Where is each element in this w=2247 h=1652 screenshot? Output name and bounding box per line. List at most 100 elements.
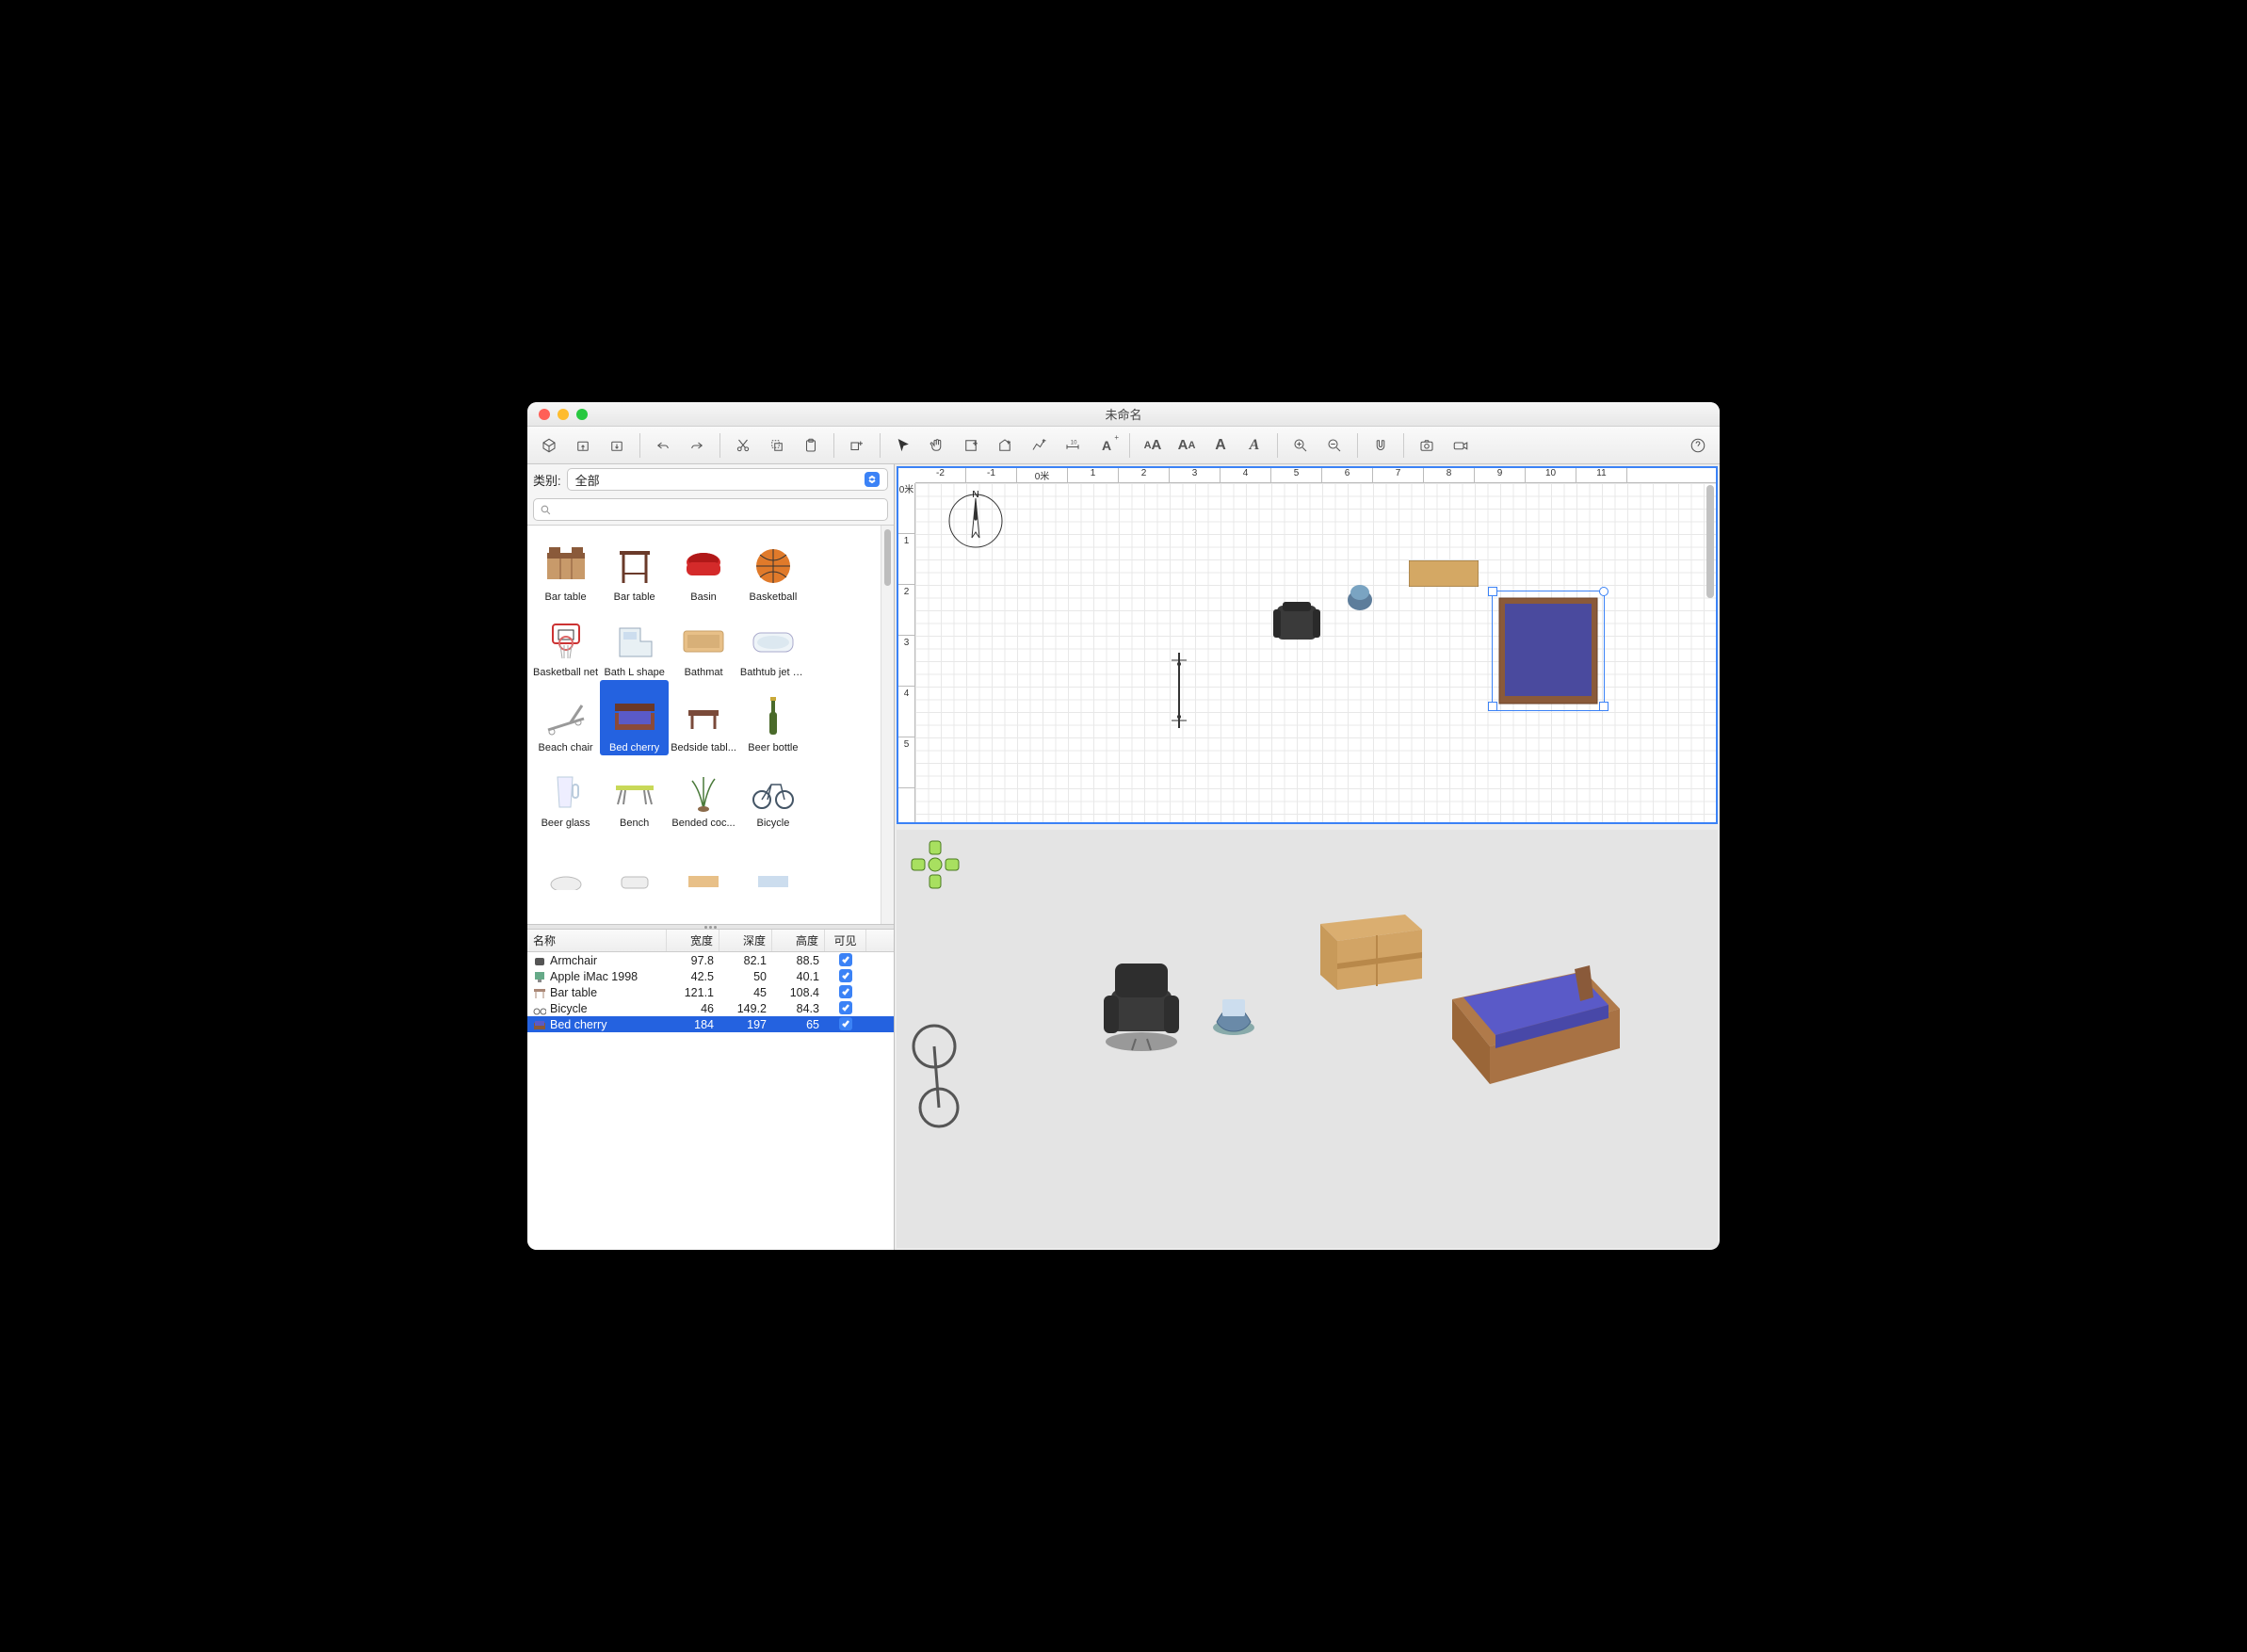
- nav-up[interactable]: [930, 841, 941, 854]
- col-height[interactable]: 高度: [772, 930, 825, 951]
- visible-checkbox[interactable]: [839, 985, 852, 998]
- resize-handle-sw[interactable]: [1488, 702, 1497, 711]
- rotate-handle-ne[interactable]: [1599, 587, 1608, 596]
- catalog-item[interactable]: Basin: [669, 529, 738, 605]
- search-field[interactable]: [558, 503, 881, 517]
- paste-button[interactable]: [795, 431, 827, 460]
- col-name[interactable]: 名称: [527, 930, 667, 951]
- 3d-object-bed[interactable]: [1424, 943, 1622, 1103]
- nav-right[interactable]: [946, 859, 959, 870]
- video-button[interactable]: [1445, 431, 1477, 460]
- create-label-tool[interactable]: A+: [1091, 431, 1123, 460]
- text-decrease-button[interactable]: AA: [1171, 431, 1203, 460]
- catalog-item[interactable]: Bar table: [600, 529, 669, 605]
- open-button[interactable]: [567, 431, 599, 460]
- catalog-item[interactable]: Bathtub jet s...: [738, 605, 808, 680]
- table-row[interactable]: Armchair97.882.188.5: [527, 952, 894, 968]
- catalog-item[interactable]: Bicycle: [738, 755, 808, 831]
- col-width[interactable]: 宽度: [667, 930, 719, 951]
- catalog-item[interactable]: Basketball net: [531, 605, 600, 680]
- photo-button[interactable]: [1411, 431, 1443, 460]
- resize-handle-se[interactable]: [1599, 702, 1608, 711]
- create-dimension-tool[interactable]: 10: [1057, 431, 1089, 460]
- catalog-item[interactable]: Bended coc...: [669, 755, 738, 831]
- 3d-nav-widget[interactable]: [910, 839, 961, 890]
- text-italic-button[interactable]: A: [1238, 431, 1270, 460]
- catalog-item[interactable]: Beach chair: [531, 680, 600, 755]
- table-row[interactable]: Bar table121.145108.4: [527, 984, 894, 1000]
- ruler-tick: 3: [1170, 468, 1220, 482]
- 3d-object-armchair[interactable]: [1094, 952, 1188, 1056]
- undo-button[interactable]: [647, 431, 679, 460]
- plan-object-imac[interactable]: [1347, 583, 1373, 614]
- 3d-view[interactable]: [897, 830, 1718, 1248]
- visible-checkbox[interactable]: [839, 1017, 852, 1030]
- table-row[interactable]: Bicycle46149.284.3: [527, 1000, 894, 1016]
- redo-button[interactable]: [681, 431, 713, 460]
- catalog-item-label: Bench: [620, 818, 649, 829]
- col-depth[interactable]: 深度: [719, 930, 772, 951]
- add-furniture-button[interactable]: [841, 431, 873, 460]
- plan-object-armchair[interactable]: [1271, 600, 1322, 650]
- scrollbar-thumb[interactable]: [884, 529, 891, 586]
- catalog-item[interactable]: Bathmat: [669, 605, 738, 680]
- nav-left[interactable]: [912, 859, 925, 870]
- table-row[interactable]: Bed cherry18419765: [527, 1016, 894, 1032]
- search-input[interactable]: [533, 498, 888, 521]
- plan-scrollbar[interactable]: [1706, 485, 1714, 598]
- nav-down[interactable]: [930, 875, 941, 888]
- 3d-object-bartable[interactable]: [1311, 896, 1424, 999]
- resize-handle-nw[interactable]: [1488, 587, 1497, 596]
- zoom-in-button[interactable]: [1285, 431, 1317, 460]
- create-polyline-tool[interactable]: [1023, 431, 1055, 460]
- new-button[interactable]: [533, 431, 565, 460]
- catalog-item-label: Beer glass: [542, 818, 590, 829]
- help-button[interactable]: [1682, 431, 1714, 460]
- save-button[interactable]: [601, 431, 633, 460]
- select-tool[interactable]: [887, 431, 919, 460]
- create-walls-tool[interactable]: [955, 431, 987, 460]
- table-header: 名称 宽度 深度 高度 可见: [527, 930, 894, 952]
- text-bold-button[interactable]: A: [1204, 431, 1237, 460]
- catalog-item[interactable]: Beer bottle: [738, 680, 808, 755]
- catalog-item[interactable]: Bar table: [531, 529, 600, 605]
- catalog-item[interactable]: [738, 831, 808, 906]
- visible-checkbox[interactable]: [839, 1001, 852, 1014]
- copy-button[interactable]: [761, 431, 793, 460]
- table-row[interactable]: Apple iMac 199842.55040.1: [527, 968, 894, 984]
- pan-tool[interactable]: [921, 431, 953, 460]
- catalog-item[interactable]: Beer glass: [531, 755, 600, 831]
- plan-view[interactable]: -2-10米1234567891011 0米12345 N: [897, 466, 1718, 824]
- catalog-item-label: Beach chair: [539, 742, 593, 753]
- zoom-out-button[interactable]: [1318, 431, 1350, 460]
- 3d-object-bicycle[interactable]: [906, 1018, 972, 1131]
- catalog-grid[interactable]: Bar tableBar tableBasinBasketballBasketb…: [527, 526, 881, 924]
- furniture-thumb-icon: [680, 693, 727, 740]
- catalog-item[interactable]: Bench: [600, 755, 669, 831]
- 3d-object-imac[interactable]: [1207, 980, 1260, 1037]
- col-visible[interactable]: 可见: [825, 930, 866, 951]
- nav-center[interactable]: [929, 858, 942, 871]
- ruler-tick: 6: [1322, 468, 1373, 482]
- ruler-tick: 10: [1526, 468, 1576, 482]
- snap-button[interactable]: [1365, 431, 1397, 460]
- chevron-updown-icon: [865, 472, 880, 487]
- create-room-tool[interactable]: [989, 431, 1021, 460]
- catalog-item[interactable]: Basketball: [738, 529, 808, 605]
- plan-object-bicycle[interactable]: [1170, 653, 1188, 731]
- visible-checkbox[interactable]: [839, 969, 852, 982]
- category-select[interactable]: 全部: [567, 468, 888, 491]
- text-increase-button[interactable]: AA: [1137, 431, 1169, 460]
- plan-object-bartable[interactable]: [1409, 560, 1479, 590]
- catalog-item[interactable]: Bedside tabl...: [669, 680, 738, 755]
- catalog-item-label: Basketball net: [533, 667, 598, 678]
- catalog-item[interactable]: [669, 831, 738, 906]
- catalog-item[interactable]: Bath L shape: [600, 605, 669, 680]
- catalog-item[interactable]: [600, 831, 669, 906]
- visible-checkbox[interactable]: [839, 953, 852, 966]
- cut-button[interactable]: [727, 431, 759, 460]
- catalog-item[interactable]: [531, 831, 600, 906]
- catalog-scrollbar[interactable]: [881, 526, 894, 924]
- row-depth: 149.2: [719, 1002, 772, 1015]
- catalog-item[interactable]: Bed cherry: [600, 680, 669, 755]
